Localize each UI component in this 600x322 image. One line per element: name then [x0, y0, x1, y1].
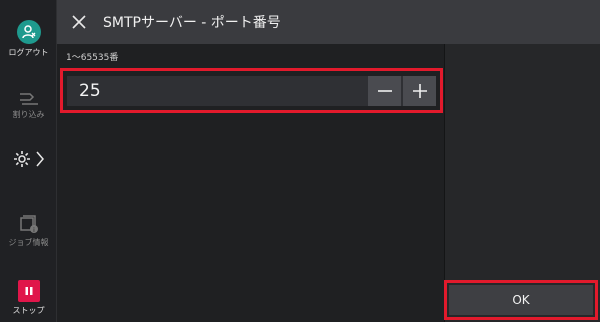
page-title: SMTPサーバー - ポート番号: [103, 15, 281, 31]
chevron-right-icon: [35, 151, 44, 167]
main-panel: 1〜65535番 25: [57, 44, 444, 322]
gear-icon: [13, 151, 30, 167]
port-number-value[interactable]: 25: [79, 81, 366, 101]
job-status-label: ジョブ情報: [8, 238, 49, 247]
stop-icon: [17, 280, 40, 302]
settings-button[interactable]: [0, 150, 57, 168]
header-bar: SMTPサーバー - ポート番号: [57, 0, 600, 44]
port-field-highlight: 25: [60, 68, 443, 113]
logout-icon: [16, 20, 41, 44]
minus-icon: [377, 90, 392, 92]
plus-icon: [412, 84, 427, 98]
interrupt-icon: [19, 93, 38, 105]
logout-label: ログアウト: [8, 48, 49, 57]
interrupt-button[interactable]: 割り込み: [0, 88, 57, 120]
stop-button[interactable]: ストップ: [0, 280, 57, 316]
close-button[interactable]: [57, 0, 101, 44]
decrement-button[interactable]: [368, 76, 401, 106]
increment-button[interactable]: [403, 76, 436, 106]
ok-button[interactable]: OK: [449, 285, 593, 315]
ok-button-highlight: OK: [444, 280, 598, 320]
range-hint: 1〜65535番: [66, 53, 119, 63]
ok-label: OK: [512, 293, 530, 307]
interrupt-label: 割り込み: [12, 110, 45, 119]
port-number-field[interactable]: 25: [67, 76, 436, 106]
stop-label: ストップ: [12, 306, 45, 315]
job-status-button[interactable]: i ジョブ情報: [0, 214, 57, 248]
left-rail: ログアウト 割り込み i ジョブ情報 ストップ: [0, 0, 57, 322]
close-icon: [72, 15, 86, 29]
logout-button[interactable]: ログアウト: [0, 20, 57, 58]
job-status-icon: i: [19, 215, 38, 234]
